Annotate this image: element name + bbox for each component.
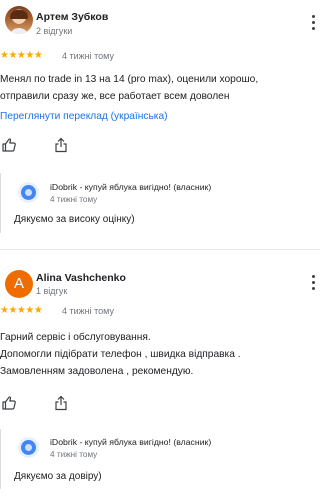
owner-name: iDobrik - купуй яблука вигідно! (власник…	[50, 182, 212, 192]
thumbs-up-icon[interactable]	[1, 137, 17, 153]
review-divider	[0, 249, 320, 250]
review-date: 4 тижні тому	[62, 306, 114, 316]
reviewer-avatar[interactable]	[5, 6, 33, 34]
see-translation-link[interactable]: Переглянути переклад (українська)	[0, 111, 168, 122]
reviewer-review-count: 1 відгук	[36, 286, 68, 296]
share-icon[interactable]	[53, 137, 69, 153]
thumbs-up-icon[interactable]	[1, 395, 17, 411]
star-rating: ★★★★★	[0, 50, 43, 61]
owner-reply-date: 4 тижні тому	[50, 450, 98, 459]
owner-name: iDobrik - купуй яблука вигідно! (власник…	[50, 437, 212, 447]
owner-reply-text: Дякуємо за довіру)	[14, 471, 102, 482]
review-text: Менял по trade in 13 на 14 (pro max), оц…	[0, 74, 259, 102]
more-options-icon[interactable]	[309, 15, 317, 31]
owner-reply-date: 4 тижні тому	[50, 195, 98, 204]
reviewer-name[interactable]: Артем Зубков	[36, 11, 108, 23]
review-date: 4 тижні тому	[62, 51, 114, 61]
owner-avatar	[18, 437, 39, 458]
more-options-icon[interactable]	[309, 275, 317, 291]
owner-reply-text: Дякуємо за високу оцінку)	[14, 214, 135, 225]
star-rating: ★★★★★	[0, 305, 43, 316]
owner-avatar	[18, 182, 39, 203]
share-icon[interactable]	[53, 395, 69, 411]
reviewer-review-count: 2 відгуки	[36, 26, 73, 36]
review-text: Гарний сервіс і обслуговування. Допомогл…	[0, 332, 241, 377]
reviewer-avatar[interactable]: A	[5, 270, 33, 298]
reviewer-name[interactable]: Alina Vashchenko	[36, 272, 126, 284]
